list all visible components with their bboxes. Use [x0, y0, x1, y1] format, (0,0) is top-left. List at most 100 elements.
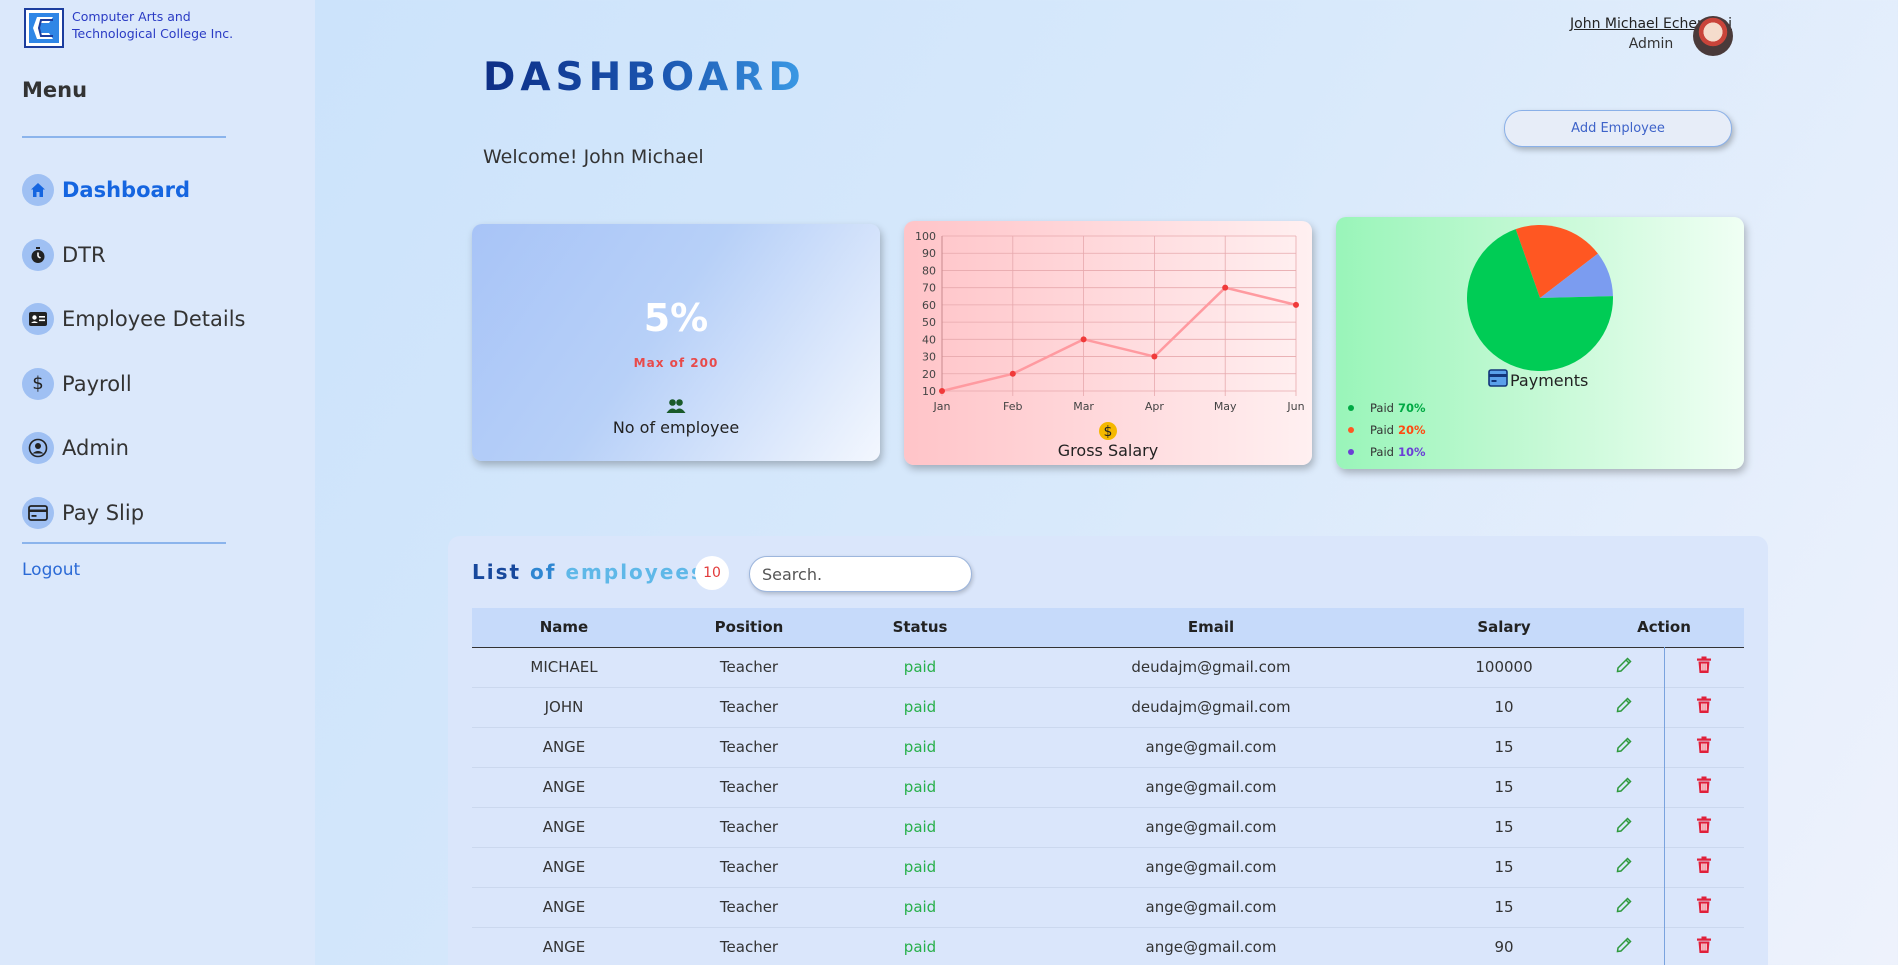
cell-edit: [1584, 767, 1665, 807]
cell-delete: [1664, 767, 1744, 807]
x-tick-label: Jan: [933, 400, 951, 413]
employee-list-title: List of employees: [472, 560, 705, 584]
cell-email: ange@gmail.com: [1145, 738, 1277, 756]
sidebar-item-admin[interactable]: Admin: [22, 416, 245, 481]
column-header-email[interactable]: Email: [998, 608, 1424, 647]
employee-percent: 5%: [643, 296, 709, 340]
id-card-icon: [22, 303, 54, 336]
delete-trash-icon[interactable]: [1696, 656, 1712, 678]
column-header-name[interactable]: Name: [472, 608, 656, 647]
user-circle-icon: [22, 432, 54, 465]
search-input[interactable]: [749, 556, 972, 592]
cell-position: Teacher: [719, 938, 779, 956]
home-icon: [22, 174, 54, 207]
cell-status: paid: [903, 698, 937, 716]
y-tick-label: 100: [915, 230, 936, 243]
y-tick-label: 40: [922, 333, 936, 346]
data-point: [1293, 301, 1299, 308]
cell-delete: [1664, 847, 1744, 887]
payments-card: Payments Paid 70% Paid 20% Paid 10%: [1336, 217, 1744, 469]
stopwatch-icon: [22, 238, 54, 271]
edit-pencil-icon[interactable]: [1615, 816, 1633, 838]
delete-trash-icon[interactable]: [1696, 736, 1712, 758]
sidebar-item-label: DTR: [62, 242, 106, 267]
table-row[interactable]: MICHAEL Teacher paid deudajm@gmail.com 10000…: [472, 647, 1744, 687]
sidebar-item-dashboard[interactable]: Dashboard: [22, 158, 245, 223]
table-row[interactable]: ANGE Teacher paid ange@gmail.com 15: [472, 767, 1744, 807]
legend-prefix: Paid: [1370, 445, 1394, 459]
delete-trash-icon[interactable]: [1696, 776, 1712, 798]
column-header-salary[interactable]: Salary: [1424, 608, 1584, 647]
brand-line-1: Computer Arts and: [72, 9, 191, 24]
cell-name: ANGE: [542, 858, 586, 876]
title-part-list: List: [472, 560, 522, 584]
column-header-position[interactable]: Position: [656, 608, 842, 647]
table-row[interactable]: ANGE Teacher paid ange@gmail.com 15: [472, 727, 1744, 767]
dollar-icon: $: [22, 367, 54, 400]
sidebar-item-dtr[interactable]: DTR: [22, 223, 245, 288]
legend-prefix: Paid: [1370, 423, 1394, 437]
employee-count-badge: 10: [695, 556, 729, 590]
sidebar-item-payroll[interactable]: $ Payroll: [22, 352, 245, 417]
table-row[interactable]: JOHN Teacher paid deudajm@gmail.com 10: [472, 687, 1744, 727]
delete-trash-icon[interactable]: [1696, 896, 1712, 918]
svg-text:$: $: [1104, 424, 1113, 440]
legend-value: 70%: [1397, 401, 1426, 415]
payments-legend: Paid 70% Paid 20% Paid 10%: [1348, 397, 1426, 463]
welcome-message: Welcome! John Michael: [483, 146, 704, 168]
cell-name: ANGE: [542, 938, 586, 956]
edit-pencil-icon[interactable]: [1615, 896, 1633, 918]
edit-pencil-icon[interactable]: [1615, 936, 1633, 958]
sidebar-item-pay-slip[interactable]: Pay Slip: [22, 481, 245, 546]
employee-count-card: 5% Max of 200 No of employee: [472, 224, 880, 461]
cell-position: Teacher: [719, 898, 779, 916]
column-header-status[interactable]: Status: [842, 608, 998, 647]
x-tick-label: Feb: [1003, 400, 1022, 413]
logout-link[interactable]: Logout: [22, 560, 80, 580]
delete-trash-icon[interactable]: [1696, 856, 1712, 878]
cell-edit: [1584, 927, 1665, 965]
table-row[interactable]: ANGE Teacher paid ange@gmail.com 90: [472, 927, 1744, 965]
legend-dot: [1348, 449, 1354, 455]
x-tick-label: Mar: [1073, 400, 1094, 413]
x-tick-label: Jun: [1286, 400, 1304, 413]
cell-salary: 15: [1494, 898, 1514, 916]
delete-trash-icon[interactable]: [1696, 696, 1712, 718]
table-row[interactable]: ANGE Teacher paid ange@gmail.com 15: [472, 847, 1744, 887]
cell-status: paid: [903, 778, 937, 796]
y-tick-label: 50: [922, 316, 936, 329]
y-tick-label: 80: [922, 264, 936, 277]
add-employee-button[interactable]: Add Employee: [1504, 110, 1732, 147]
edit-pencil-icon[interactable]: [1615, 656, 1633, 678]
table-row[interactable]: ANGE Teacher paid ange@gmail.com 15: [472, 807, 1744, 847]
sidebar: Computer Arts and Technological College …: [0, 0, 315, 965]
cell-salary: 90: [1494, 938, 1514, 956]
users-icon: [666, 398, 686, 418]
sidebar-item-employee-details[interactable]: Employee Details: [22, 287, 245, 352]
delete-trash-icon[interactable]: [1696, 816, 1712, 838]
cell-email: deudajm@gmail.com: [1131, 698, 1291, 716]
menu-divider-bottom: [22, 542, 226, 544]
delete-trash-icon[interactable]: [1696, 936, 1712, 958]
edit-pencil-icon[interactable]: [1615, 696, 1633, 718]
legend-dot: [1348, 405, 1354, 411]
cell-salary: 15: [1494, 778, 1514, 796]
cell-status: paid: [903, 738, 937, 756]
cell-email: ange@gmail.com: [1145, 818, 1277, 836]
column-header-action: Action: [1637, 618, 1691, 637]
cell-status: paid: [903, 858, 937, 876]
cell-email: ange@gmail.com: [1145, 938, 1277, 956]
cell-edit: [1584, 647, 1665, 687]
cell-position: Teacher: [719, 818, 779, 836]
edit-pencil-icon[interactable]: [1615, 776, 1633, 798]
edit-pencil-icon[interactable]: [1615, 856, 1633, 878]
brand[interactable]: Computer Arts and Technological College …: [24, 8, 233, 48]
legend-value: 20%: [1397, 423, 1426, 437]
cell-email: deudajm@gmail.com: [1131, 658, 1291, 676]
edit-pencil-icon[interactable]: [1615, 736, 1633, 758]
avatar[interactable]: [1693, 16, 1733, 56]
title-part-of: of: [530, 560, 557, 584]
employee-table: Name Position Status Email Salary Action…: [472, 608, 1744, 965]
page-title: DASHBOARD: [483, 55, 806, 100]
table-row[interactable]: ANGE Teacher paid ange@gmail.com 15: [472, 887, 1744, 927]
